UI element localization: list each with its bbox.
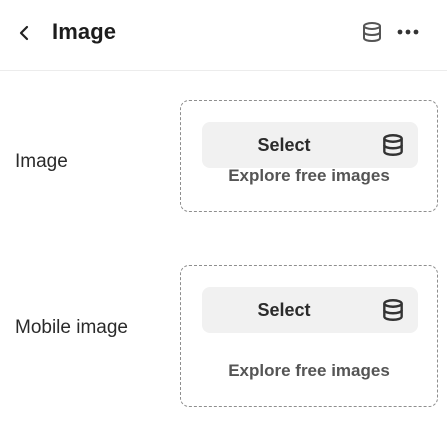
image-picker: Select Explore free images <box>180 100 438 212</box>
database-icon[interactable] <box>360 20 384 44</box>
panel-header: Image <box>0 0 447 71</box>
select-button-label: Select <box>257 135 311 155</box>
explore-free-images-link[interactable]: Explore free images <box>181 166 437 186</box>
chevron-left-icon[interactable] <box>13 21 35 45</box>
explore-free-images-link[interactable]: Explore free images <box>181 361 437 381</box>
mobile-image-field-label: Mobile image <box>15 317 128 338</box>
more-horizontal-icon[interactable] <box>395 20 421 44</box>
mobile-image-picker: Select Explore free images <box>180 265 438 407</box>
page-title: Image <box>52 19 117 44</box>
image-field-label: Image <box>15 151 68 172</box>
database-icon <box>383 134 403 156</box>
mobile-image-select-button[interactable]: Select <box>202 287 418 333</box>
database-icon <box>383 299 403 321</box>
image-select-button[interactable]: Select <box>202 122 418 168</box>
select-button-label: Select <box>257 300 311 320</box>
